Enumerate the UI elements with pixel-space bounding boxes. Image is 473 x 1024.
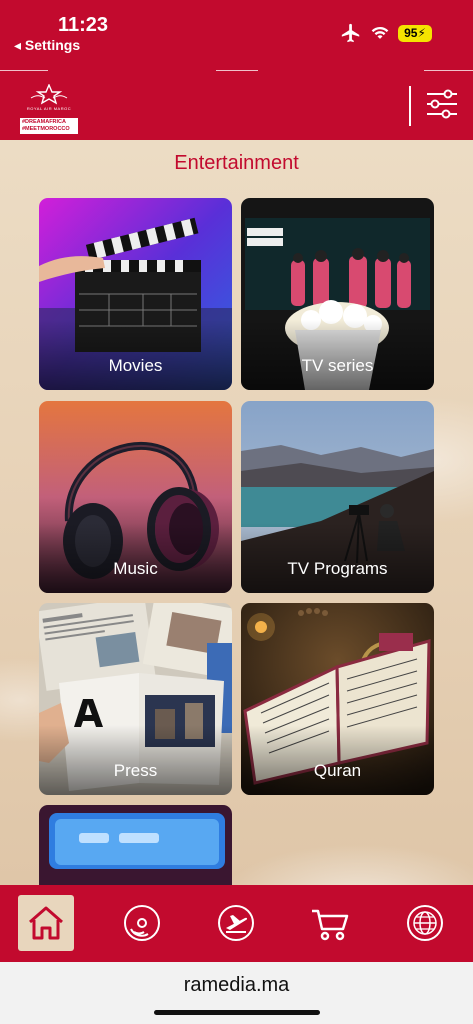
browser-url-bar[interactable]: ramedia.ma: [0, 962, 473, 1024]
airplane-icon: [341, 23, 360, 43]
home-icon: [29, 906, 63, 940]
plane-departure-icon: [218, 905, 254, 941]
tile-tv-programs[interactable]: TV Programs: [241, 401, 434, 593]
royal-air-maroc-logo[interactable]: ROYAL AIR MAROC #DREAMAFRICA #MEETMOROCC…: [20, 84, 78, 134]
tile-press[interactable]: Press: [39, 603, 232, 795]
bottom-navigation: [0, 885, 473, 962]
entertainment-page: Entertainment Movies TV series Music TV …: [0, 140, 473, 885]
tile-music[interactable]: Music: [39, 401, 232, 593]
battery-level: 95: [404, 26, 418, 40]
tile-shade: [241, 320, 434, 390]
status-time: 11:23: [58, 14, 109, 36]
tile-quran[interactable]: Quran: [241, 603, 434, 795]
tile-label: TV series: [301, 356, 374, 375]
globe-icon: [407, 905, 443, 941]
header-rule: [424, 70, 473, 71]
header-rule: [216, 70, 258, 71]
nav-entertainment[interactable]: [114, 895, 170, 951]
nav-shop[interactable]: [302, 895, 358, 951]
cart-icon: [312, 909, 349, 941]
tile-tv-series[interactable]: TV series: [241, 198, 434, 390]
home-indicator[interactable]: [154, 1010, 320, 1015]
tile-shade: [39, 523, 232, 593]
nav-language[interactable]: [397, 895, 453, 951]
logo-subtitle: ROYAL AIR MAROC: [26, 106, 72, 111]
back-to-settings-link[interactable]: ◂ Settings: [14, 37, 80, 54]
sliders-icon[interactable]: [424, 86, 460, 122]
nav-flight[interactable]: [208, 895, 264, 951]
tile-label: Movies: [108, 356, 163, 375]
header-rule: [0, 70, 48, 71]
wifi-icon: [371, 26, 389, 39]
hashtag-meetmorocco: #MEETMOROCCO: [22, 126, 70, 132]
tile-shade: [241, 523, 434, 593]
app-header: 11:23 ◂ Settings 95⚡ ROYAL AIR MAROC #DR…: [0, 0, 473, 140]
tile-label: Press: [113, 761, 158, 780]
tile-movies[interactable]: Movies: [39, 198, 232, 390]
logo-hashtags: #DREAMAFRICA #MEETMOROCCO: [20, 118, 78, 134]
tile-partial[interactable]: [39, 805, 232, 885]
battery-icon: 95⚡: [398, 25, 432, 42]
hashtag-dreamafrica: #DREAMAFRICA: [22, 119, 66, 125]
tile-label: Quran: [313, 761, 362, 780]
partial-tile-image: [39, 805, 232, 885]
tile-shade: [39, 725, 232, 795]
tile-shade: [241, 725, 434, 795]
nav-home[interactable]: [18, 895, 74, 951]
tile-label: TV Programs: [287, 559, 388, 578]
tile-shade: [39, 320, 232, 390]
page-title: Entertainment: [174, 152, 299, 174]
header-divider: [409, 86, 411, 126]
tile-label: Music: [113, 559, 158, 578]
star-crest-icon: [30, 84, 68, 105]
disc-icon: [124, 905, 160, 941]
url-text[interactable]: ramedia.ma: [0, 974, 473, 997]
